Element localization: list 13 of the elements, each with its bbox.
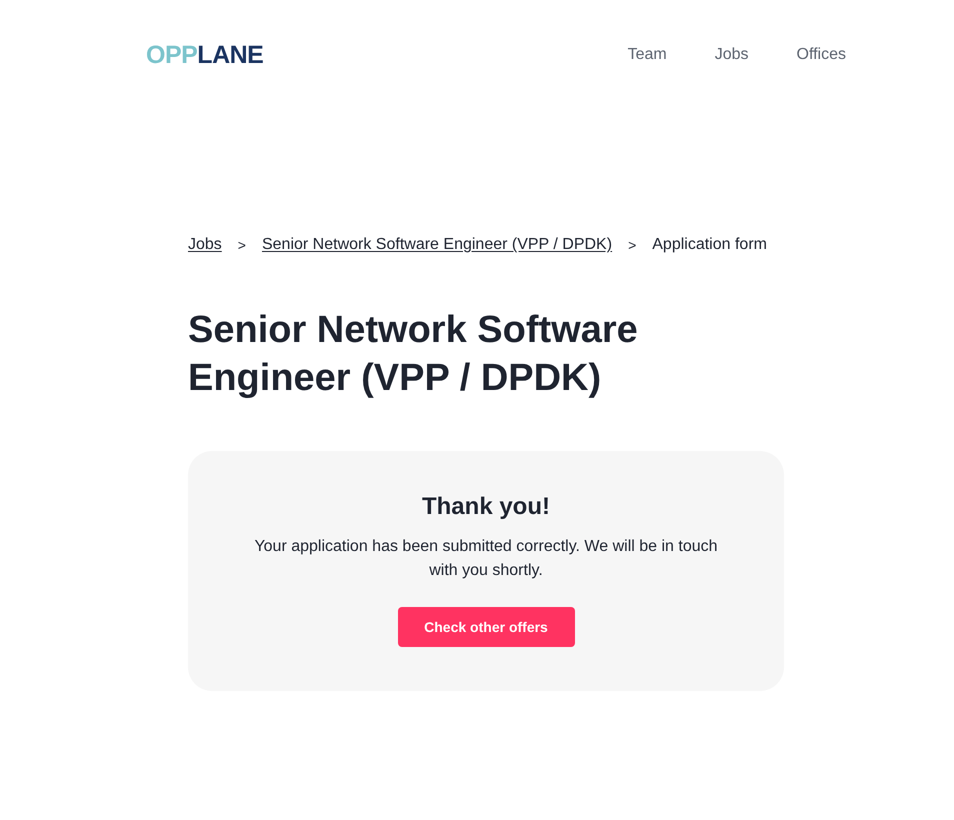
breadcrumb-link[interactable]: Senior Network Software Engineer (VPP / DPDK) <box>262 233 612 257</box>
check-offers-button[interactable]: Check other offers <box>398 607 574 647</box>
breadcrumb-link[interactable]: Jobs <box>188 233 222 257</box>
nav-link[interactable]: Jobs <box>714 43 748 67</box>
confirmation-title: Thank you! <box>422 492 550 522</box>
breadcrumb-separator: > <box>238 236 246 255</box>
confirmation-message: Your application has been submitted correctly. We will be in touch with you shortly. <box>253 537 719 581</box>
logo[interactable]: OPPLANE <box>146 42 264 68</box>
breadcrumb-current: Application form <box>652 235 767 255</box>
breadcrumb-separator: > <box>628 236 636 255</box>
nav-link[interactable]: Offices <box>796 43 846 67</box>
nav-link[interactable]: Team <box>628 43 667 67</box>
page-title: Senior Network Software Engineer (VPP / DPDK) <box>188 308 639 401</box>
